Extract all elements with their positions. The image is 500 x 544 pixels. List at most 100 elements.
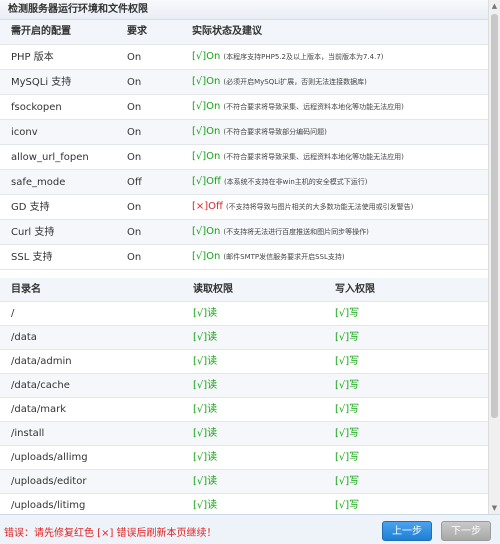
directory-table-body: / [√]读 [√]写/data [√]读 [√]写/data/admin [√]读 [√]… xyxy=(0,302,488,515)
env-status-cell: [√]On (本程序支持PHP5.2及以上版本，当前版本为7.4.7) xyxy=(192,45,488,70)
env-note: (本系统不支持在非win主机的安全模式下运行) xyxy=(223,178,368,186)
main-content: 需开启的配置 要求 实际状态及建议 PHP 版本 On [√]On (本程序支持PHP… xyxy=(0,20,488,514)
page-title: 检测服务器运行环境和文件权限 xyxy=(0,0,488,20)
directory-table-header: 目录名 读取权限 写入权限 xyxy=(0,278,488,302)
env-row: GD 支持 On [×]Off (不支持将导致与图片相关的大多数功能无法使用或引发警告… xyxy=(0,195,488,220)
dir-read-permission: [√]读 xyxy=(193,428,218,439)
next-step-button[interactable]: 下一步 xyxy=(441,521,491,541)
dir-name: /uploads/litimg xyxy=(11,500,86,511)
env-status-cell: [×]Off (不支持将导致与图片相关的大多数功能无法使用或引发警告) xyxy=(192,195,488,220)
scroll-up-arrow-icon[interactable]: ▲ xyxy=(489,0,500,12)
dir-read-permission: [√]读 xyxy=(193,308,218,319)
env-col-status: 实际状态及建议 xyxy=(192,20,488,45)
dir-write-permission: [√]写 xyxy=(335,332,360,343)
env-config-name: Curl 支持 xyxy=(11,226,55,238)
env-note: (邮件SMTP发信服务要求开启SSL支持) xyxy=(223,253,345,261)
dir-read-permission: [√]读 xyxy=(193,404,218,415)
directory-table: 目录名 读取权限 写入权限 / [√]读 [√]写/data [√]读 [√]写/dat… xyxy=(0,278,488,514)
env-requirement: On xyxy=(127,101,142,113)
environment-table-header: 需开启的配置 要求 实际状态及建议 xyxy=(0,20,488,45)
env-note: (不符合要求将导致采集、远程资料本地化等功能无法应用) xyxy=(223,153,404,161)
environment-table: 需开启的配置 要求 实际状态及建议 PHP 版本 On [√]On (本程序支持PHP… xyxy=(0,20,488,270)
dir-row: /uploads/allimg [√]读 [√]写 xyxy=(0,446,488,470)
env-status: [√]Off xyxy=(192,176,221,187)
previous-step-button[interactable]: 上一步 xyxy=(382,521,432,541)
env-status-cell: [√]On (不符合要求将导致采集、远程资料本地化等功能无法应用) xyxy=(192,145,488,170)
dir-col-read: 读取权限 xyxy=(193,278,335,302)
env-requirement: On xyxy=(127,126,142,138)
env-requirement: On xyxy=(127,201,142,213)
dir-row: / [√]读 [√]写 xyxy=(0,302,488,326)
dir-name: /uploads/allimg xyxy=(11,452,88,463)
error-message: 错误：请先修复红色 [×] 错误后刷新本页继续！ xyxy=(4,528,217,539)
env-col-config: 需开启的配置 xyxy=(0,20,127,45)
dir-row: /data [√]读 [√]写 xyxy=(0,325,488,350)
env-requirement: On xyxy=(127,251,142,263)
env-status: [√]On xyxy=(192,151,221,162)
dir-row: /uploads/editor [√]读 [√]写 xyxy=(0,469,488,494)
env-config-name: SSL 支持 xyxy=(11,251,53,263)
dir-write-permission: [√]写 xyxy=(335,452,360,463)
env-requirement: On xyxy=(127,76,142,88)
env-status: [×]Off xyxy=(192,201,223,212)
dir-read-permission: [√]读 xyxy=(193,476,218,487)
vertical-scrollbar[interactable]: ▲ ▼ xyxy=(488,0,500,514)
env-status: [√]On xyxy=(192,76,221,87)
env-config-name: allow_url_fopen xyxy=(11,151,89,163)
scrollbar-thumb[interactable] xyxy=(491,14,498,418)
scroll-down-arrow-icon[interactable]: ▼ xyxy=(489,502,500,514)
env-row: allow_url_fopen On [√]On (不符合要求将导致采集、远程资料本地… xyxy=(0,145,488,170)
env-note: (不支持将无法进行百度推送和图片同步等操作) xyxy=(223,228,369,236)
env-row: Curl 支持 On [√]On (不支持将无法进行百度推送和图片同步等操作) xyxy=(0,219,488,245)
env-status: [√]On xyxy=(192,101,221,112)
env-config-name: iconv xyxy=(11,126,38,138)
dir-name: /data/mark xyxy=(11,404,67,415)
dir-write-permission: [√]写 xyxy=(335,308,360,319)
env-config-name: MySQLi 支持 xyxy=(11,76,72,88)
env-note: (必须开启MySQLi扩展，否则无法连接数据库) xyxy=(223,78,367,86)
env-requirement: On xyxy=(127,226,142,238)
env-row: fsockopen On [√]On (不符合要求将导致采集、远程资料本地化等功能无法… xyxy=(0,95,488,120)
dir-write-permission: [√]写 xyxy=(335,380,360,391)
env-note: (不符合要求将导致部分编码问题) xyxy=(223,128,327,136)
dir-name: /data/cache xyxy=(11,380,70,391)
env-status-cell: [√]On (必须开启MySQLi扩展，否则无法连接数据库) xyxy=(192,70,488,95)
env-row: MySQLi 支持 On [√]On (必须开启MySQLi扩展，否则无法连接数据库) xyxy=(0,69,488,95)
dir-row: /data/mark [√]读 [√]写 xyxy=(0,398,488,422)
environment-table-body: PHP 版本 On [√]On (本程序支持PHP5.2及以上版本，当前版本为7.4.… xyxy=(0,45,488,270)
env-status-cell: [√]Off (本系统不支持在非win主机的安全模式下运行) xyxy=(192,170,488,195)
env-status-cell: [√]On (不支持将无法进行百度推送和图片同步等操作) xyxy=(192,220,488,245)
env-status: [√]On xyxy=(192,251,221,262)
dir-write-permission: [√]写 xyxy=(335,404,360,415)
dir-row: /install [√]读 [√]写 xyxy=(0,421,488,446)
dir-row: /data/cache [√]读 [√]写 xyxy=(0,373,488,398)
env-status-cell: [√]On (不符合要求将导致部分编码问题) xyxy=(192,120,488,145)
env-status: [√]On xyxy=(192,226,221,237)
dir-read-permission: [√]读 xyxy=(193,452,218,463)
env-note: (不支持将导致与图片相关的大多数功能无法使用或引发警告) xyxy=(225,203,414,211)
dir-read-permission: [√]读 xyxy=(193,380,218,391)
env-config-name: fsockopen xyxy=(11,101,62,113)
env-row: SSL 支持 On [√]On (邮件SMTP发信服务要求开启SSL支持) xyxy=(0,245,488,270)
dir-write-permission: [√]写 xyxy=(335,500,360,511)
env-requirement: Off xyxy=(127,176,142,188)
env-status-cell: [√]On (邮件SMTP发信服务要求开启SSL支持) xyxy=(192,245,488,270)
dir-name: /data xyxy=(11,332,37,343)
dir-name: /uploads/editor xyxy=(11,476,87,487)
env-note: (不符合要求将导致采集、远程资料本地化等功能无法应用) xyxy=(223,103,404,111)
env-config-name: GD 支持 xyxy=(11,201,50,213)
env-config-name: safe_mode xyxy=(11,176,66,188)
dir-write-permission: [√]写 xyxy=(335,356,360,367)
dir-read-permission: [√]读 xyxy=(193,500,218,511)
dir-col-name: 目录名 xyxy=(0,278,193,302)
dir-read-permission: [√]读 xyxy=(193,332,218,343)
footer-bar: 错误：请先修复红色 [×] 错误后刷新本页继续！ 上一步 下一步 xyxy=(0,514,500,544)
dir-write-permission: [√]写 xyxy=(335,476,360,487)
dir-name: / xyxy=(11,308,15,319)
dir-row: /data/admin [√]读 [√]写 xyxy=(0,350,488,374)
dir-row: /uploads/litimg [√]读 [√]写 xyxy=(0,494,488,515)
env-status: [√]On xyxy=(192,126,221,137)
env-row: safe_mode Off [√]Off (本系统不支持在非win主机的安全模式下运行… xyxy=(0,169,488,195)
env-col-requirement: 要求 xyxy=(127,20,192,45)
